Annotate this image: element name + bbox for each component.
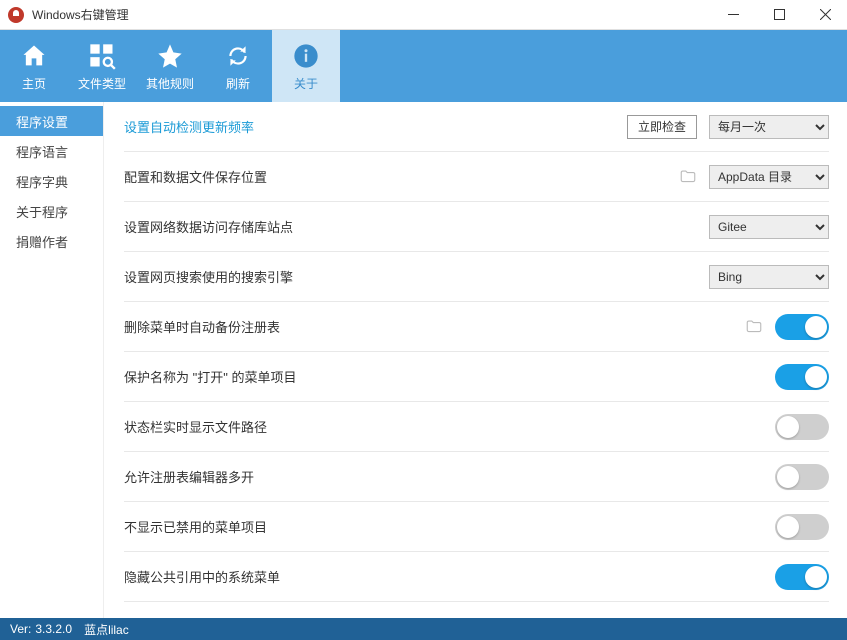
toolbar-rules[interactable]: 其他规则 <box>136 30 204 102</box>
setting-row-search-engine: 设置网页搜索使用的搜索引擎 Bing <box>124 252 829 302</box>
grid-search-icon <box>87 41 117 71</box>
sidebar-item-label: 程序语言 <box>16 142 68 161</box>
data-location-select[interactable]: AppData 目录 <box>709 165 829 189</box>
setting-label: 设置网络数据访问存储库站点 <box>124 217 697 236</box>
setting-label: 配置和数据文件保存位置 <box>124 167 667 186</box>
setting-row-repo: 设置网络数据访问存储库站点 Gitee <box>124 202 829 252</box>
window-controls <box>719 5 839 25</box>
hide-disabled-toggle[interactable] <box>775 514 829 540</box>
refresh-icon <box>223 41 253 71</box>
toggle-knob <box>777 466 799 488</box>
statusbar-path-toggle[interactable] <box>775 414 829 440</box>
version-number: 3.3.2.0 <box>35 622 72 636</box>
check-now-button[interactable]: 立即检查 <box>627 115 697 139</box>
toolbar-filetype[interactable]: 文件类型 <box>68 30 136 102</box>
setting-row-update-freq: 设置自动检测更新频率 立即检查 每月一次 <box>124 102 829 152</box>
backup-reg-toggle[interactable] <box>775 314 829 340</box>
sidebar-item-label: 程序字典 <box>16 172 68 191</box>
toolbar-home-label: 主页 <box>22 75 46 92</box>
toggle-knob <box>777 516 799 538</box>
app-icon <box>8 7 24 23</box>
toolbar-refresh[interactable]: 刷新 <box>204 30 272 102</box>
folder-icon[interactable] <box>679 168 697 186</box>
toolbar-about[interactable]: 关于 <box>272 30 340 102</box>
search-engine-select[interactable]: Bing <box>709 265 829 289</box>
minimize-button[interactable] <box>719 5 747 25</box>
main-area: 程序设置 程序语言 程序字典 关于程序 捐赠作者 设置自动检测更新频率 立即检查… <box>0 102 847 618</box>
setting-row-hide-system: 隐藏公共引用中的系统菜单 <box>124 552 829 602</box>
settings-panel: 设置自动检测更新频率 立即检查 每月一次 配置和数据文件保存位置 AppData… <box>104 102 847 618</box>
sidebar-item-dict[interactable]: 程序字典 <box>0 166 103 196</box>
regedit-multi-toggle[interactable] <box>775 464 829 490</box>
toggle-knob <box>805 316 827 338</box>
setting-row-regedit-multi: 允许注册表编辑器多开 <box>124 452 829 502</box>
star-icon <box>155 41 185 71</box>
setting-label: 允许注册表编辑器多开 <box>124 467 763 486</box>
hide-system-toggle[interactable] <box>775 564 829 590</box>
sidebar-item-label: 捐赠作者 <box>16 232 68 251</box>
sidebar-item-settings[interactable]: 程序设置 <box>0 106 103 136</box>
titlebar: Windows右键管理 <box>0 0 847 30</box>
close-button[interactable] <box>811 5 839 25</box>
setting-label: 隐藏公共引用中的系统菜单 <box>124 567 763 586</box>
sidebar-item-about[interactable]: 关于程序 <box>0 196 103 226</box>
maximize-button[interactable] <box>765 5 793 25</box>
update-freq-select[interactable]: 每月一次 <box>709 115 829 139</box>
setting-label: 保护名称为 "打开" 的菜单项目 <box>124 367 763 386</box>
setting-label: 不显示已禁用的菜单项目 <box>124 517 763 536</box>
setting-label: 删除菜单时自动备份注册表 <box>124 317 733 336</box>
sidebar: 程序设置 程序语言 程序字典 关于程序 捐赠作者 <box>0 102 104 618</box>
folder-icon[interactable] <box>745 318 763 336</box>
home-icon <box>19 41 49 71</box>
toggle-knob <box>805 566 827 588</box>
toolbar: 主页 文件类型 其他规则 刷新 关于 <box>0 30 847 102</box>
setting-row-statusbar-path: 状态栏实时显示文件路径 <box>124 402 829 452</box>
setting-label[interactable]: 设置自动检测更新频率 <box>124 117 615 136</box>
toolbar-rules-label: 其他规则 <box>146 75 194 92</box>
statusbar: Ver: 3.3.2.0 蓝点lilac <box>0 618 847 640</box>
toolbar-about-label: 关于 <box>294 75 318 92</box>
setting-label: 状态栏实时显示文件路径 <box>124 417 763 436</box>
setting-label: 设置网页搜索使用的搜索引擎 <box>124 267 697 286</box>
protect-open-toggle[interactable] <box>775 364 829 390</box>
repo-select[interactable]: Gitee <box>709 215 829 239</box>
setting-row-backup-reg: 删除菜单时自动备份注册表 <box>124 302 829 352</box>
sidebar-item-donate[interactable]: 捐赠作者 <box>0 226 103 256</box>
window-title: Windows右键管理 <box>32 6 719 23</box>
version-prefix: Ver: <box>10 622 31 636</box>
author-name: 蓝点lilac <box>84 621 129 638</box>
sidebar-item-label: 程序设置 <box>16 112 68 131</box>
setting-row-protect-open: 保护名称为 "打开" 的菜单项目 <box>124 352 829 402</box>
toolbar-refresh-label: 刷新 <box>226 75 250 92</box>
toggle-knob <box>777 416 799 438</box>
info-icon <box>291 41 321 71</box>
sidebar-item-label: 关于程序 <box>16 202 68 221</box>
setting-row-data-location: 配置和数据文件保存位置 AppData 目录 <box>124 152 829 202</box>
toolbar-filetype-label: 文件类型 <box>78 75 126 92</box>
toolbar-home[interactable]: 主页 <box>0 30 68 102</box>
setting-row-hide-disabled: 不显示已禁用的菜单项目 <box>124 502 829 552</box>
sidebar-item-language[interactable]: 程序语言 <box>0 136 103 166</box>
toggle-knob <box>805 366 827 388</box>
